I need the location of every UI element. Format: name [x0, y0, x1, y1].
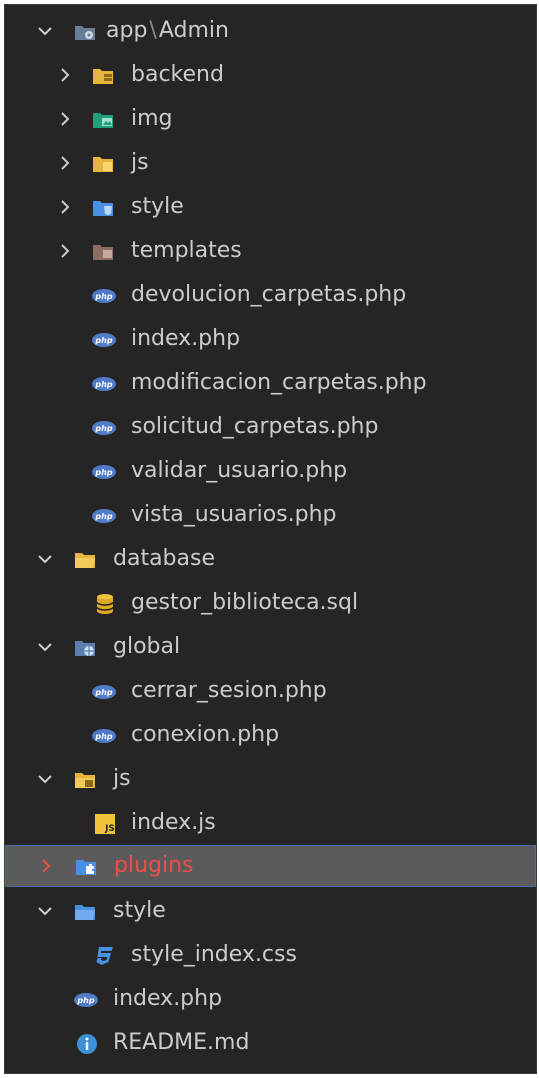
folder-database-open-icon [73, 548, 97, 572]
svg-text:php: php [94, 424, 112, 433]
folder-js-open-icon [73, 768, 97, 792]
tree-label: templates [131, 238, 242, 263]
php-file-icon: php [91, 504, 116, 528]
tree-file-php[interactable]: php modificacion_carpetas.php [5, 363, 536, 405]
tree-label: index.php [131, 326, 241, 351]
chevron-right-icon[interactable] [55, 197, 75, 217]
chevron-right-icon[interactable] [55, 109, 75, 129]
php-file-icon: php [91, 328, 116, 352]
php-file-icon: php [91, 680, 116, 704]
folder-settings-icon [73, 20, 97, 44]
tree-label: app\Admin [106, 18, 229, 43]
php-file-icon: php [91, 724, 116, 748]
tree-label: vista_usuarios.php [131, 502, 337, 527]
folder-plugins-icon [74, 855, 98, 879]
tree-file-php[interactable]: php validar_usuario.php [5, 451, 536, 493]
info-icon [75, 1032, 99, 1056]
tree-file-sql[interactable]: gestor_biblioteca.sql [5, 583, 536, 625]
database-icon [93, 592, 117, 616]
js-file-icon: JS [93, 812, 117, 836]
tree-label: validar_usuario.php [131, 458, 348, 483]
tree-folder-app-admin[interactable]: app\Admin [5, 11, 536, 53]
svg-text:php: php [76, 996, 94, 1005]
tree-label: index.php [113, 986, 223, 1011]
svg-text:php: php [94, 380, 112, 389]
tree-label: gestor_biblioteca.sql [131, 590, 359, 615]
php-file-icon: php [73, 988, 98, 1012]
chevron-down-icon[interactable] [35, 549, 55, 569]
tree-folder-global[interactable]: global [5, 627, 536, 669]
tree-folder-style[interactable]: style [5, 891, 536, 933]
folder-server-icon [91, 64, 115, 88]
php-file-icon: php [91, 460, 116, 484]
tree-label: style_index.css [131, 942, 297, 967]
tree-file-php[interactable]: php index.php [5, 979, 536, 1021]
folder-templates-icon [91, 240, 115, 264]
svg-text:php: php [94, 688, 112, 697]
tree-file-readme[interactable]: README.md [5, 1023, 536, 1065]
tree-label: style [131, 194, 184, 219]
tree-folder-img[interactable]: img [5, 99, 536, 141]
tree-file-php[interactable]: php cerrar_sesion.php [5, 671, 536, 713]
tree-label: database [113, 546, 215, 571]
tree-label: conexion.php [131, 722, 280, 747]
tree-file-php[interactable]: php vista_usuarios.php [5, 495, 536, 537]
tree-file-css[interactable]: style_index.css [5, 935, 536, 977]
file-explorer: app\Admin backend img js style templates… [4, 4, 537, 1074]
svg-text:php: php [94, 336, 112, 345]
svg-text:php: php [94, 468, 112, 477]
tree-file-php[interactable]: php devolucion_carpetas.php [5, 275, 536, 317]
tree-label: js [113, 766, 131, 791]
folder-js-icon [91, 152, 115, 176]
folder-global-icon [73, 636, 97, 660]
tree-folder-js[interactable]: js [5, 143, 536, 185]
tree-label: modificacion_carpetas.php [131, 370, 427, 395]
tree-file-php[interactable]: php index.php [5, 319, 536, 361]
folder-css-open-icon [73, 900, 97, 924]
tree-label: img [131, 106, 173, 131]
tree-folder-plugins[interactable]: plugins [5, 845, 536, 887]
tree-label: README.md [113, 1030, 250, 1055]
chevron-down-icon[interactable] [35, 769, 55, 789]
tree-folder-templates[interactable]: templates [5, 231, 536, 273]
tree-label: cerrar_sesion.php [131, 678, 327, 703]
chevron-right-icon[interactable] [55, 241, 75, 261]
tree-label: style [113, 898, 166, 923]
php-file-icon: php [91, 416, 116, 440]
tree-folder-style[interactable]: style [5, 187, 536, 229]
chevron-right-icon[interactable] [55, 153, 75, 173]
tree-folder-database[interactable]: database [5, 539, 536, 581]
chevron-down-icon[interactable] [35, 901, 55, 921]
svg-text:php: php [94, 732, 112, 741]
svg-text:php: php [94, 292, 112, 301]
svg-text:php: php [94, 512, 112, 521]
chevron-right-icon[interactable] [55, 65, 75, 85]
tree-file-php[interactable]: php solicitud_carpetas.php [5, 407, 536, 449]
chevron-down-icon[interactable] [35, 637, 55, 657]
tree-folder-js[interactable]: js [5, 759, 536, 801]
tree-file-js[interactable]: JS index.js [5, 803, 536, 845]
php-file-icon: php [91, 372, 116, 396]
tree-label: devolucion_carpetas.php [131, 282, 407, 307]
svg-text:JS: JS [104, 824, 115, 834]
tree-folder-backend[interactable]: backend [5, 55, 536, 97]
tree-label: js [131, 150, 149, 175]
tree-label: plugins [114, 853, 194, 878]
chevron-down-icon[interactable] [35, 21, 55, 41]
folder-images-icon [91, 108, 115, 132]
tree-file-php[interactable]: php conexion.php [5, 715, 536, 757]
tree-label: index.js [131, 810, 216, 835]
tree-label: solicitud_carpetas.php [131, 414, 379, 439]
folder-css-icon [91, 196, 115, 220]
tree-label: global [113, 634, 181, 659]
php-file-icon: php [91, 284, 116, 308]
tree-label: backend [131, 62, 224, 87]
chevron-right-icon[interactable] [36, 856, 56, 876]
css-file-icon [93, 944, 117, 968]
